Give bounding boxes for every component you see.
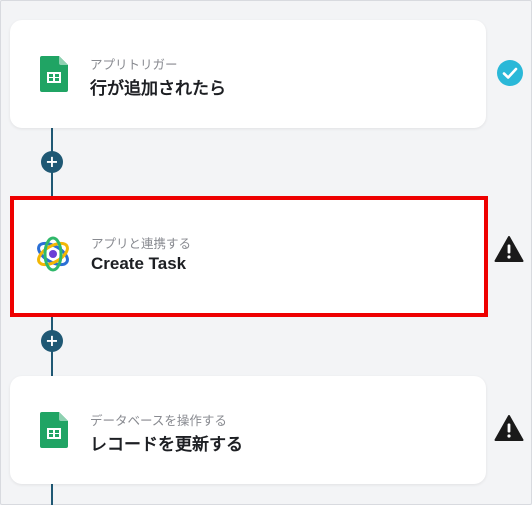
- google-sheets-icon: [40, 56, 68, 92]
- meistertask-logo-icon: [37, 236, 69, 272]
- step-title: レコードを更新する: [90, 435, 243, 455]
- flow-connector: [51, 484, 53, 505]
- step-type-label: アプリトリガー: [90, 57, 178, 72]
- google-sheets-icon: [40, 412, 68, 448]
- check-circle-icon: [497, 60, 523, 86]
- selected-step-highlight[interactable]: アプリと連携する Create Task: [10, 196, 488, 317]
- warning-icon: [494, 236, 524, 262]
- step-title: 行が追加されたら: [90, 79, 226, 99]
- flow-step-trigger[interactable]: アプリトリガー 行が追加されたら: [10, 20, 486, 128]
- flow-step-database[interactable]: データベースを操作する レコードを更新する: [10, 376, 486, 484]
- step-title: Create Task: [91, 254, 187, 273]
- add-step-button[interactable]: +: [41, 151, 63, 173]
- step-type-label: データベースを操作する: [90, 413, 227, 428]
- add-step-button[interactable]: +: [41, 330, 63, 352]
- warning-icon: [494, 415, 524, 441]
- step-type-label: アプリと連携する: [91, 236, 192, 251]
